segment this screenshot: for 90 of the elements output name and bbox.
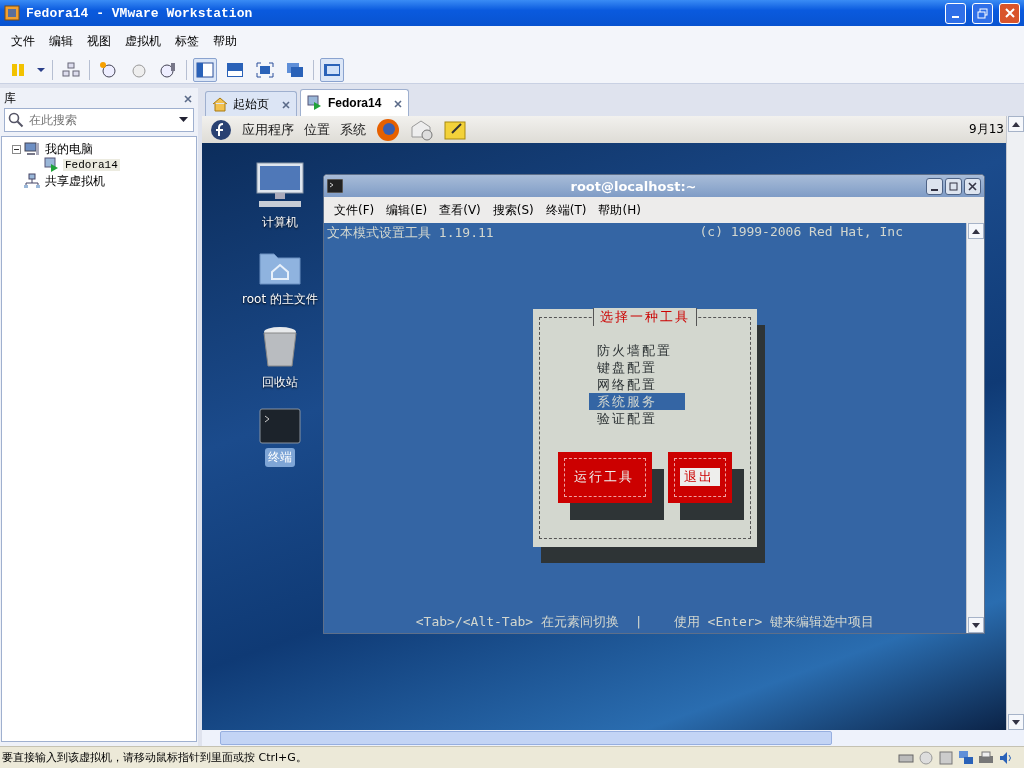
windows-icon <box>286 61 304 78</box>
caret-icon[interactable] <box>36 65 46 74</box>
list-item[interactable]: 系统服务 <box>589 392 685 410</box>
tree-item[interactable]: Fedora14 <box>63 159 120 171</box>
network-icon <box>958 749 974 766</box>
app-icon <box>4 5 20 21</box>
menu-item[interactable]: 帮助 <box>206 32 244 50</box>
tree-item[interactable]: 我的电脑 <box>43 140 95 158</box>
list-item[interactable]: 防火墙配置 <box>589 341 685 359</box>
shared-network-icon <box>24 173 40 189</box>
scroll-down-button[interactable] <box>1007 714 1024 730</box>
caret-icon[interactable] <box>179 117 188 123</box>
desktop-icon-label[interactable]: 计算机 <box>259 213 301 232</box>
menu-item[interactable]: 应用程序 <box>242 120 294 139</box>
close-icon <box>282 100 290 109</box>
close-button[interactable] <box>964 177 981 195</box>
vm-icon <box>307 95 323 111</box>
menu-item[interactable]: 编辑 <box>42 32 80 50</box>
terminal-icon <box>259 408 301 444</box>
desktop-icon-label[interactable]: root 的主文件 <box>239 290 321 309</box>
down-arrow-icon <box>1011 719 1020 725</box>
minimize-icon <box>931 188 938 191</box>
expander-toggle[interactable] <box>12 144 21 154</box>
restore-icon <box>977 7 988 19</box>
scrollbar-thumb[interactable] <box>220 731 832 745</box>
sidebar-view-button[interactable] <box>193 57 217 82</box>
pause-icon <box>10 61 26 78</box>
menu-item[interactable]: 位置 <box>304 120 330 139</box>
terminal-text: <Tab>/<Alt-Tab> 在元素间切换 | 使用 <Enter> 键来编辑选中项目 <box>415 613 875 631</box>
tab[interactable]: 起始页 <box>205 91 297 116</box>
list-item[interactable]: 网络配置 <box>589 375 685 393</box>
window-title: root@localhost:~ <box>569 178 698 194</box>
window-icon <box>323 61 341 78</box>
desktop-icon-label[interactable]: 回收站 <box>259 373 301 392</box>
fullscreen-icon <box>256 61 274 78</box>
restore-button[interactable] <box>972 2 993 24</box>
tree-item[interactable]: 共享虚拟机 <box>43 172 107 190</box>
fedora-logo-icon <box>210 118 232 141</box>
menu-item[interactable]: 视图 <box>80 32 118 50</box>
tab[interactable]: Fedora14 <box>300 89 410 116</box>
menu-item[interactable]: 编辑(E) <box>380 201 434 219</box>
close-icon <box>184 95 192 103</box>
list-item[interactable]: 验证配置 <box>589 409 685 427</box>
firefox-icon[interactable] <box>376 117 400 142</box>
search-icon <box>8 112 24 128</box>
menu-item[interactable]: 文件(F) <box>328 201 381 219</box>
up-arrow-icon <box>971 228 980 234</box>
menu-item[interactable]: 虚拟机 <box>118 32 168 50</box>
clock: 9月13 <box>969 121 1005 138</box>
menu-item[interactable]: 标签 <box>168 32 206 50</box>
monitor-icon <box>255 161 305 209</box>
sidebar-layout-icon <box>196 61 214 78</box>
minimize-button[interactable] <box>926 177 943 195</box>
network-icon <box>62 61 80 78</box>
console-layout-icon <box>226 61 244 78</box>
vm-icon <box>44 157 60 173</box>
search-field[interactable]: 在此搜索 <box>4 108 194 132</box>
status-text: 要直接输入到该虚拟机，请移动鼠标指针到里面或按 Ctrl+G。 <box>2 750 308 765</box>
up-arrow-icon <box>1011 121 1020 127</box>
menu-item[interactable]: 文件 <box>4 32 42 50</box>
menu-item[interactable]: 系统 <box>340 120 366 139</box>
scroll-down-button[interactable] <box>967 617 984 633</box>
quick-switch-button[interactable] <box>320 57 344 82</box>
floppy-icon <box>938 749 954 766</box>
window-title: Fedora14 - VMware Workstation <box>26 5 254 21</box>
menu-item[interactable]: 搜索(S) <box>486 201 540 219</box>
close-icon <box>968 181 977 191</box>
close-icon <box>1004 8 1015 18</box>
notes-icon[interactable] <box>444 118 466 141</box>
trash-icon <box>261 325 299 369</box>
maximize-icon <box>949 181 958 191</box>
terminal-text: (c) 1999-2006 Red Hat, Inc <box>699 224 903 241</box>
scroll-up-button[interactable] <box>967 223 984 239</box>
close-icon <box>394 99 403 108</box>
menu-item[interactable]: 帮助(H) <box>592 201 647 219</box>
computer-icon <box>24 141 40 157</box>
terminal-icon <box>327 179 343 193</box>
scroll-up-button[interactable] <box>1007 116 1024 132</box>
terminal-text: 文本模式设置工具 1.19.11 <box>327 224 494 242</box>
dialog-title: 选择一种工具 <box>593 307 697 326</box>
menu-item[interactable]: 终端(T) <box>539 201 593 219</box>
home-icon <box>212 96 228 112</box>
maximize-button[interactable] <box>945 177 962 195</box>
printer-icon <box>978 749 994 766</box>
down-arrow-icon <box>971 622 980 628</box>
panel-title: 库 <box>4 89 16 107</box>
minimize-icon <box>952 15 959 18</box>
menu-item[interactable]: 查看(V) <box>433 201 487 219</box>
cd-icon <box>918 749 934 766</box>
list-item[interactable]: 键盘配置 <box>589 358 685 376</box>
